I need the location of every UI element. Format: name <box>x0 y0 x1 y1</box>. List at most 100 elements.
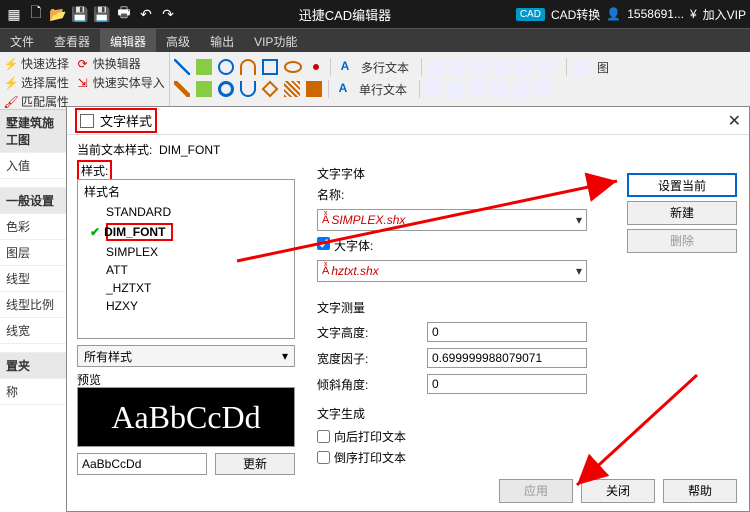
image-tool-icon[interactable] <box>573 59 589 75</box>
line-tool-icon[interactable] <box>174 59 190 75</box>
ellipse-tool-icon[interactable] <box>284 61 302 73</box>
set-current-button[interactable]: 设置当前 <box>627 173 737 197</box>
help-button[interactable]: 帮助 <box>663 479 737 503</box>
upside-checkbox[interactable] <box>317 451 330 464</box>
new-icon[interactable]: 🗋 <box>26 4 46 24</box>
menu-editor[interactable]: 编辑器 <box>100 29 156 52</box>
lp-header2: 置夹 <box>0 353 66 379</box>
style-item-att[interactable]: ATT <box>78 261 294 279</box>
style-item-dimfont[interactable]: ✔ DIM_FONT <box>78 221 294 243</box>
dim11-tool-icon[interactable] <box>514 81 530 97</box>
backward-checkbox[interactable] <box>317 430 330 443</box>
font-name-dropdown[interactable]: AͯSIMPLEX.shx <box>317 209 587 231</box>
bigfont-dropdown[interactable]: Aͯhztxt.shx <box>317 260 587 282</box>
style-item-hzxy[interactable]: HZXY <box>78 297 294 315</box>
dim6-tool-icon[interactable] <box>538 59 554 75</box>
lp-lineweight[interactable]: 线宽 <box>0 318 66 344</box>
polyline-tool-icon[interactable] <box>196 59 212 75</box>
ribbon: ⚡快速选择 ⟳快换辑器 ⚡选择属性 ⇲快速实体导入 🖌匹配属性 A 多行文本 图 <box>0 52 750 110</box>
select-property[interactable]: ⚡选择属性 ⇲快速实体导入 <box>2 73 167 92</box>
dim7-tool-icon[interactable] <box>426 81 442 97</box>
save-icon[interactable]: 💾 <box>70 4 90 24</box>
preview-input[interactable] <box>77 453 207 475</box>
lightning-icon: ⚡ <box>4 76 18 90</box>
menu-bar: 文件 查看器 编辑器 高级 输出 VIP功能 <box>0 28 750 52</box>
polygon-tool-icon[interactable] <box>262 81 279 98</box>
rect-tool-icon[interactable] <box>262 59 278 75</box>
text-a2-icon[interactable]: A <box>335 81 351 97</box>
dim-tool-icon[interactable] <box>428 59 444 75</box>
dim4-tool-icon[interactable] <box>494 59 510 75</box>
gen-section-title: 文字生成 <box>317 405 587 422</box>
menu-output[interactable]: 输出 <box>200 29 244 52</box>
measure-section: 文字测量 文字高度: 宽度因子: 倾斜角度: <box>317 299 617 400</box>
point-tool-icon[interactable] <box>313 64 319 70</box>
close-icon[interactable]: ✕ <box>728 111 741 131</box>
menu-advanced[interactable]: 高级 <box>156 29 200 52</box>
apply-button: 应用 <box>499 479 573 503</box>
backward-label: 向后打印文本 <box>334 428 406 445</box>
text-style-dialog: 文字样式 ✕ 当前文本样式: DIM_FONT 样式: 样式名 STANDARD… <box>66 106 750 512</box>
ribbon-left: ⚡快速选择 ⟳快换辑器 ⚡选择属性 ⇲快速实体导入 🖌匹配属性 <box>0 52 170 109</box>
spline-tool-icon[interactable] <box>174 81 190 97</box>
import-icon: ⇲ <box>76 76 90 90</box>
dim9-tool-icon[interactable] <box>470 81 486 97</box>
all-styles-dropdown[interactable]: 所有样式 <box>77 345 295 367</box>
lp-name[interactable]: 称 <box>0 379 66 405</box>
dim12-tool-icon[interactable] <box>536 81 552 97</box>
region-tool-icon[interactable] <box>306 81 322 97</box>
donut-tool-icon[interactable] <box>218 81 234 97</box>
lp-linescale[interactable]: 线型比例 <box>0 292 66 318</box>
lp-general[interactable]: 一般设置 <box>0 188 66 214</box>
style-list[interactable]: 样式名 STANDARD ✔ DIM_FONT SIMPLEX ATT _HZT… <box>77 179 295 339</box>
style-item-simplex[interactable]: SIMPLEX <box>78 243 294 261</box>
user-icon[interactable]: 👤 <box>606 7 621 21</box>
xline-tool-icon[interactable] <box>196 81 212 97</box>
yen-icon[interactable]: ¥ <box>690 7 697 21</box>
new-button[interactable]: 新建 <box>627 201 737 225</box>
dim2-tool-icon[interactable] <box>450 59 466 75</box>
lp-linetype[interactable]: 线型 <box>0 266 66 292</box>
dim10-tool-icon[interactable] <box>492 81 508 97</box>
menu-vip[interactable]: VIP功能 <box>244 29 307 52</box>
dim3-tool-icon[interactable] <box>472 59 488 75</box>
dim5-tool-icon[interactable] <box>516 59 532 75</box>
arc-tool-icon[interactable] <box>240 59 256 75</box>
multiline-text-button[interactable]: 多行文本 <box>361 59 409 76</box>
print-icon[interactable]: 🖶 <box>114 4 134 24</box>
height-input[interactable] <box>427 322 587 342</box>
arc2-tool-icon[interactable] <box>240 81 256 97</box>
hatch-tool-icon[interactable] <box>284 81 300 97</box>
bigfont-checkbox[interactable] <box>317 237 330 250</box>
lp-values[interactable]: 入值 <box>0 153 66 179</box>
redo-icon[interactable]: ↷ <box>158 4 178 24</box>
grid-icon[interactable]: ▦ <box>4 4 24 24</box>
text-a-icon[interactable]: A <box>337 59 353 75</box>
vip-button[interactable]: 加入VIP <box>703 6 746 23</box>
lp-layer[interactable]: 图层 <box>0 240 66 266</box>
styles-label: 样式: <box>77 160 112 181</box>
width-input[interactable] <box>427 348 587 368</box>
update-button[interactable]: 更新 <box>215 453 295 475</box>
menu-viewer[interactable]: 查看器 <box>44 29 100 52</box>
cycle-icon: ⟳ <box>76 57 90 71</box>
dim8-tool-icon[interactable] <box>448 81 464 97</box>
menu-file[interactable]: 文件 <box>0 29 44 52</box>
cad-convert-button[interactable]: CAD转换 <box>551 6 600 23</box>
circle-tool-icon[interactable] <box>218 59 234 75</box>
style-item-hztxt[interactable]: _HZTXT <box>78 279 294 297</box>
left-panel: 墅建筑施工图 入值 一般设置 色彩 图层 线型 线型比例 线宽 置夹 称 <box>0 110 66 405</box>
close-button[interactable]: 关闭 <box>581 479 655 503</box>
style-item-standard[interactable]: STANDARD <box>78 203 294 221</box>
singleline-text-button[interactable]: 单行文本 <box>359 81 407 98</box>
undo-icon[interactable]: ↶ <box>136 4 156 24</box>
gen-section: 文字生成 向后打印文本 倒序打印文本 <box>317 405 587 468</box>
upside-label: 倒序打印文本 <box>334 449 406 466</box>
saveas-icon[interactable]: 💾 <box>92 4 112 24</box>
open-icon[interactable]: 📂 <box>48 4 68 24</box>
user-label[interactable]: 1558691... <box>627 7 684 21</box>
quick-select[interactable]: ⚡快速选择 ⟳快换辑器 <box>2 54 167 73</box>
bigfont-checkbox-label[interactable]: 大字体: <box>317 237 373 254</box>
oblique-input[interactable] <box>427 374 587 394</box>
lp-color[interactable]: 色彩 <box>0 214 66 240</box>
